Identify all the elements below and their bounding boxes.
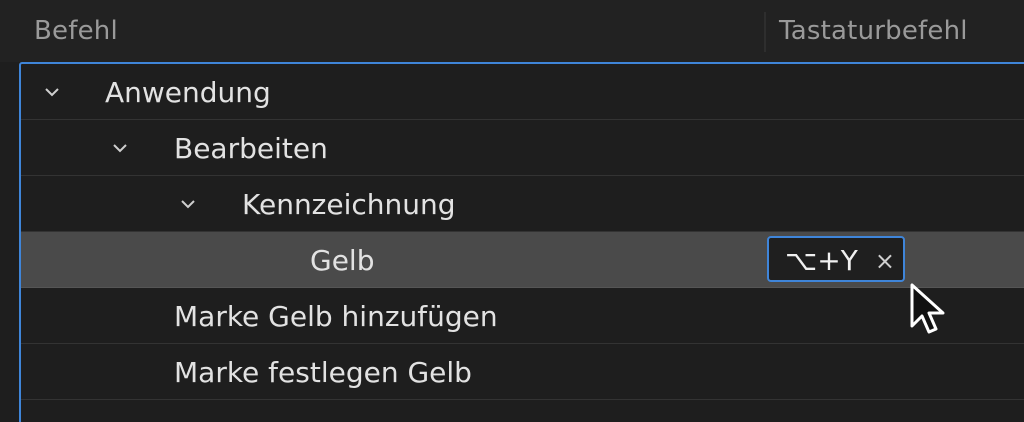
tree-row-label: Gelb	[310, 244, 375, 277]
tree-row-label: Bearbeiten	[174, 132, 328, 165]
keyboard-shortcuts-panel: Befehl Tastaturbefehl Anwendung Bearbeit…	[0, 0, 1024, 422]
tree-row-label: Marke Gelb hinzufügen	[174, 300, 498, 333]
tree-row-anwendung[interactable]: Anwendung	[21, 64, 1024, 120]
column-header-shortcut[interactable]: Tastaturbefehl	[779, 16, 968, 46]
chevron-down-icon[interactable]	[111, 139, 129, 157]
chevron-down-icon[interactable]	[43, 83, 61, 101]
tree-row-marke-gelb-hinzufuegen[interactable]: Marke Gelb hinzufügen	[21, 288, 1024, 344]
command-tree-list: Anwendung Bearbeiten Kennzeichnung Gelb …	[19, 62, 1024, 422]
shortcut-value: ⌥+Y	[785, 244, 858, 277]
column-header-command[interactable]: Befehl	[34, 16, 118, 46]
tree-row-bearbeiten[interactable]: Bearbeiten	[21, 120, 1024, 176]
column-header: Befehl Tastaturbefehl	[0, 0, 1024, 62]
tree-row-label: Kennzeichnung	[242, 188, 456, 221]
tree-row-marke-festlegen-gelb[interactable]: Marke festlegen Gelb	[21, 344, 1024, 400]
tree-row-gelb[interactable]: Gelb ⌥+Y ×	[21, 232, 1024, 288]
column-divider[interactable]	[764, 12, 766, 52]
chevron-down-icon[interactable]	[179, 195, 197, 213]
shortcut-input[interactable]: ⌥+Y ×	[767, 236, 905, 282]
tree-row-label: Marke festlegen Gelb	[174, 356, 472, 389]
close-icon[interactable]: ×	[875, 247, 895, 275]
tree-row-kennzeichnung[interactable]: Kennzeichnung	[21, 176, 1024, 232]
mouse-pointer-icon	[909, 282, 949, 342]
tree-row-label: Anwendung	[105, 76, 271, 109]
